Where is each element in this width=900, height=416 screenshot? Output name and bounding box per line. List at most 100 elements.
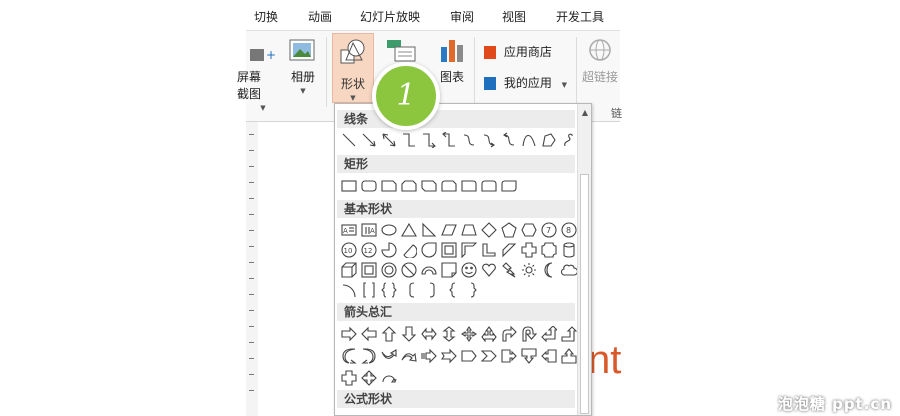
bent-up-arrow-shape[interactable]	[561, 326, 578, 342]
curved-connector-shape[interactable]	[461, 132, 477, 148]
u-turn-arrow-shape[interactable]	[521, 326, 538, 342]
curve-shape[interactable]	[521, 132, 537, 148]
snip-round-rectangle-shape[interactable]	[441, 178, 457, 194]
sun-shape[interactable]	[521, 262, 537, 278]
decagon-shape[interactable]: 10	[341, 242, 357, 258]
bevel-shape[interactable]	[361, 262, 377, 278]
snip-same-side-rectangle-shape[interactable]	[401, 178, 417, 194]
chevron-shape[interactable]	[480, 348, 497, 364]
smiley-face-shape[interactable]	[461, 262, 477, 278]
half-frame-shape[interactable]	[461, 242, 478, 259]
heptagon-shape[interactable]: 7	[541, 222, 557, 238]
left-right-up-arrow-shape[interactable]	[481, 326, 497, 343]
snip-corner-rectangle-shape[interactable]	[381, 178, 397, 194]
heart-shape[interactable]	[481, 262, 497, 278]
no-symbol-shape[interactable]	[401, 262, 417, 278]
vertical-text-box-shape[interactable]: A	[361, 222, 377, 238]
up-down-arrow-shape[interactable]	[441, 326, 457, 342]
tab-developer[interactable]: 开发工具	[556, 8, 604, 25]
double-bracket-shape[interactable]	[361, 282, 377, 298]
double-brace-shape[interactable]	[381, 282, 397, 298]
right-arrow-callout-shape[interactable]	[501, 348, 517, 364]
pie-shape[interactable]	[381, 242, 397, 258]
curved-arrow-connector-shape[interactable]	[481, 132, 497, 148]
frame-shape[interactable]	[441, 242, 457, 258]
circular-arrow-shape[interactable]	[381, 370, 397, 386]
dropdown-scrollbar[interactable]: ▲	[577, 104, 591, 415]
left-arrow-shape[interactable]	[361, 326, 377, 342]
l-shape[interactable]	[481, 242, 497, 258]
freeform-shape[interactable]	[541, 132, 557, 148]
line-shape[interactable]	[341, 132, 357, 148]
right-brace-shape[interactable]	[465, 282, 481, 298]
striped-right-arrow-shape[interactable]	[421, 348, 437, 364]
notched-right-arrow-shape[interactable]	[440, 348, 457, 364]
round-corner-rectangle-shape[interactable]	[461, 178, 477, 194]
pentagon-arrow-shape[interactable]	[461, 348, 477, 364]
scroll-up-icon[interactable]: ▲	[582, 108, 588, 117]
dodecagon-shape[interactable]: 12	[361, 242, 377, 258]
left-up-arrow-shape[interactable]	[541, 325, 559, 343]
curved-up-arrow-shape[interactable]	[381, 348, 397, 364]
round-same-side-rectangle-shape[interactable]	[481, 178, 497, 194]
lightning-bolt-shape[interactable]	[501, 262, 517, 278]
oval-shape[interactable]	[381, 222, 397, 238]
snip-diagonal-rectangle-shape[interactable]	[421, 178, 437, 194]
donut-shape[interactable]	[381, 262, 397, 278]
round-diagonal-rectangle-shape[interactable]	[501, 178, 517, 194]
curved-left-arrow-shape[interactable]	[361, 348, 377, 364]
diagonal-stripe-shape[interactable]	[501, 242, 517, 258]
tab-animations[interactable]: 动画	[308, 8, 332, 25]
elbow-connector-shape[interactable]	[401, 132, 417, 148]
pentagon-shape[interactable]	[501, 222, 517, 238]
right-bracket-shape[interactable]	[425, 282, 441, 298]
text-box-shape[interactable]: A	[341, 222, 357, 238]
curved-down-arrow-shape[interactable]	[401, 348, 417, 364]
bent-arrow-shape[interactable]	[501, 325, 517, 342]
block-arc-shape[interactable]	[421, 262, 437, 278]
quad-arrow-shape[interactable]	[461, 326, 477, 342]
double-arrow-line-shape[interactable]	[381, 132, 397, 148]
screenshot-button[interactable]: + 屏幕截图 ▼	[237, 37, 280, 112]
can-shape[interactable]	[561, 242, 577, 258]
octagon-shape[interactable]: 8	[561, 222, 577, 238]
triangle-shape[interactable]	[401, 222, 417, 238]
cube-shape[interactable]	[341, 262, 357, 278]
parallelogram-shape[interactable]	[441, 222, 457, 238]
plaque-shape[interactable]	[541, 242, 557, 258]
tab-transitions[interactable]: 切换	[254, 8, 278, 25]
tab-slideshow[interactable]: 幻灯片放映	[360, 8, 420, 25]
left-brace-shape[interactable]	[445, 282, 461, 298]
left-right-arrow-callout-shape[interactable]	[341, 370, 357, 386]
up-arrow-shape[interactable]	[381, 326, 397, 342]
diamond-shape[interactable]	[481, 222, 497, 238]
slide-title-text[interactable]: nt	[588, 338, 621, 383]
arrow-line-shape[interactable]	[361, 132, 377, 148]
cross-shape[interactable]	[521, 242, 537, 258]
trapezoid-shape[interactable]	[461, 222, 477, 238]
curved-right-arrow-shape[interactable]	[341, 348, 357, 364]
tab-view[interactable]: 视图	[502, 8, 526, 25]
cloud-shape[interactable]	[560, 262, 579, 278]
scrollbar-thumb[interactable]	[580, 174, 589, 414]
down-arrow-shape[interactable]	[401, 326, 417, 342]
tab-review[interactable]: 审阅	[450, 8, 474, 25]
quad-arrow-callout-shape[interactable]	[361, 370, 377, 386]
chord-shape[interactable]	[401, 242, 418, 259]
up-arrow-callout-shape[interactable]	[561, 348, 577, 364]
app-store-button[interactable]: 应用商店	[484, 43, 584, 60]
left-arrow-callout-shape[interactable]	[541, 348, 557, 364]
arc-shape[interactable]	[341, 282, 357, 298]
elbow-double-arrow-shape[interactable]	[441, 131, 457, 148]
shapes-dropdown[interactable]: ▲ 线条 矩形 基本形状 A A 7 8 10 12 箭头总汇 公式形状	[334, 103, 592, 416]
elbow-arrow-connector-shape[interactable]	[421, 132, 437, 149]
folded-corner-shape[interactable]	[441, 262, 457, 278]
rectangle-shape[interactable]	[341, 178, 357, 194]
right-arrow-shape[interactable]	[341, 326, 357, 342]
left-right-arrow-shape[interactable]	[421, 326, 437, 342]
shapes-button[interactable]: 形状 ▼	[332, 33, 374, 103]
hexagon-shape[interactable]	[521, 222, 537, 238]
moon-shape[interactable]	[541, 262, 557, 278]
hyperlink-button[interactable]: 超链接	[580, 37, 620, 85]
left-bracket-shape[interactable]	[405, 282, 421, 298]
